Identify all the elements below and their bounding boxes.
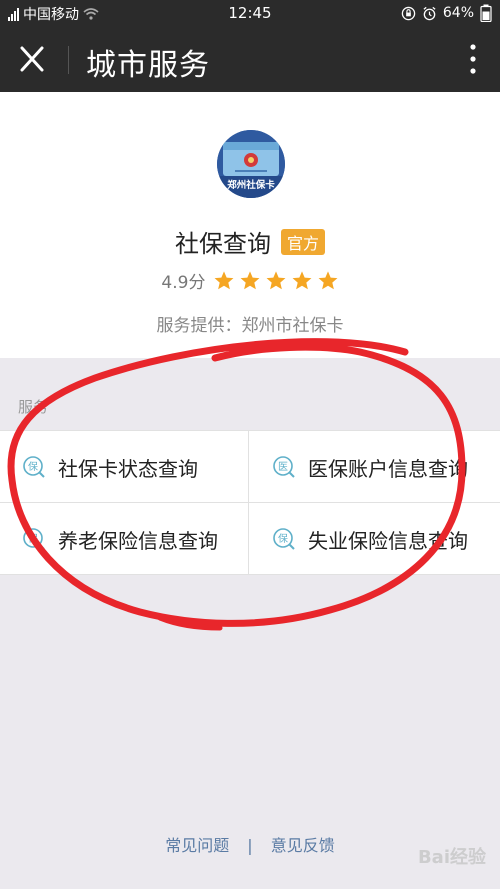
battery-percent: 64% [442, 5, 474, 21]
feedback-link[interactable]: 意见反馈 [271, 836, 335, 855]
service-item-pension[interactable]: 保 养老保险信息查询 [22, 503, 248, 575]
close-icon[interactable] [14, 43, 50, 75]
service-item-card-status[interactable]: 保 社保卡状态查询 [22, 431, 248, 503]
watermark: Bai经验 [417, 847, 486, 868]
alarm-icon [423, 6, 436, 20]
service-item-label: 失业保险信息查询 [308, 528, 468, 553]
official-badge: 官方 [280, 228, 325, 255]
service-name: 社保查询 [174, 230, 271, 258]
svg-text:保: 保 [28, 460, 38, 473]
service-item-label: 养老保险信息查询 [58, 528, 218, 553]
services-grid: 保 社保卡状态查询 医 医保账户信息查询 保 养老保险信息查询 保 失业保险信息… [0, 430, 500, 575]
insurance-search-icon: 保 [23, 528, 45, 550]
svg-text:保: 保 [278, 532, 288, 545]
faq-link[interactable]: 常见问题 [165, 836, 229, 855]
more-icon[interactable] [468, 42, 478, 76]
avatar-text: 郑州社保卡 [227, 179, 275, 191]
rating-score: 4.9分 [161, 273, 206, 293]
star-icon [240, 270, 260, 289]
rating-stars [213, 270, 339, 292]
service-item-label: 社保卡状态查询 [58, 456, 198, 481]
battery-icon [480, 4, 492, 22]
star-icon [318, 270, 338, 289]
name-row: 社保查询 官方 [0, 224, 500, 259]
svg-text:保: 保 [28, 532, 38, 545]
star-icon [266, 270, 286, 289]
service-item-label: 医保账户信息查询 [308, 456, 468, 481]
page-title: 城市服务 [86, 48, 210, 83]
svg-text:医: 医 [278, 461, 288, 473]
services-section-label: 服务 [18, 398, 49, 416]
service-item-medical-account[interactable]: 医 医保账户信息查询 [272, 431, 500, 503]
service-provider: 服务提供：郑州市社保卡 [156, 316, 344, 336]
medical-search-icon: 医 [273, 456, 295, 478]
service-avatar: 郑州社保卡 [217, 130, 285, 198]
star-icon [214, 270, 234, 289]
insurance-search-icon: 保 [23, 456, 45, 478]
service-item-unemployment[interactable]: 保 失业保险信息查询 [272, 503, 500, 575]
nav-bar: 城市服务 [0, 26, 500, 92]
service-profile: 郑州社保卡 社保查询 官方 4.9分 服务提供：郑州市社保卡 [0, 92, 500, 358]
status-right: 64% [401, 4, 492, 22]
nav-divider [68, 46, 69, 74]
insurance-search-icon: 保 [273, 528, 295, 550]
star-icon [292, 270, 312, 289]
status-bar: 中国移动 12:45 64% [0, 0, 500, 26]
rating-row: 4.9分 [0, 268, 500, 293]
footer-separator: | [247, 836, 253, 855]
lock-rotation-icon [401, 6, 416, 20]
